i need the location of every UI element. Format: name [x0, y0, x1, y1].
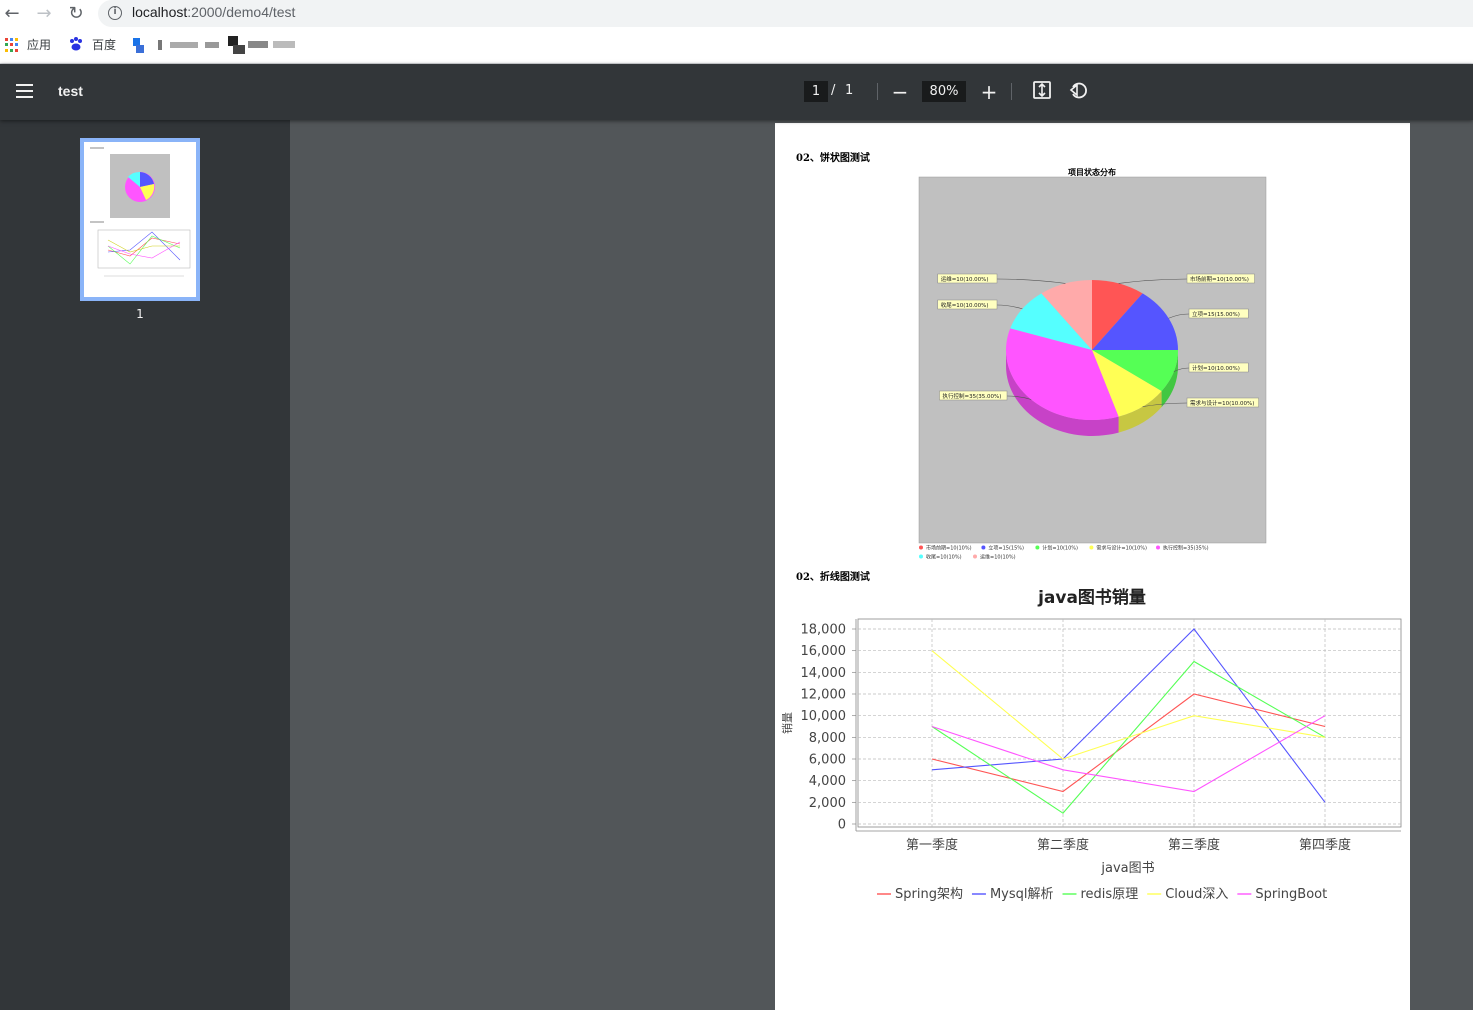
pie-legend-item: 执行控制=35(35%) [1163, 545, 1209, 552]
total-pages: 1 [845, 83, 854, 98]
bookmark-apps[interactable]: 应用 [27, 36, 51, 54]
x-tick-label: 第一季度 [906, 837, 958, 853]
y-tick-label: 8,000 [809, 731, 846, 746]
page-thumbnail[interactable] [80, 138, 200, 301]
document-title: test [58, 83, 83, 99]
page-separator: / [831, 83, 836, 98]
line-legend-item: SpringBoot [1255, 887, 1327, 902]
y-tick-label: 4,000 [809, 774, 846, 789]
y-axis-label: 销量 [780, 712, 794, 734]
pie-chart-title: 项目状态分布 [1068, 167, 1116, 177]
zoom-in-icon[interactable]: + [977, 80, 1001, 104]
y-tick-label: 10,000 [801, 709, 847, 724]
y-tick-label: 12,000 [801, 688, 847, 703]
y-tick-label: 14,000 [801, 666, 847, 681]
pie-legend-item: 收尾=10(10%) [926, 554, 962, 561]
baidu-paw-icon [68, 36, 86, 54]
pie-label: 立项=15(15.00%) [1192, 310, 1240, 318]
browser-address-bar: ← → ↻ i localhost:2000/demo4/test [0, 0, 1473, 28]
section-pie-title: 02、饼状图测试 [796, 153, 870, 164]
pie-legend-item: 运维=10(10%) [980, 554, 1016, 561]
page-number-input[interactable]: 1 [804, 81, 828, 102]
pie-chart: 项目状态分布 市场前期=10(10.00%) 立项=15(15.00%) 计划=10… [918, 167, 1267, 561]
pie-label: 收尾=10(10.00%) [941, 301, 989, 309]
forward-arrow-icon[interactable]: → [33, 3, 55, 25]
divider [877, 83, 878, 100]
pie-legend-swatch [919, 554, 923, 559]
info-icon[interactable]: i [108, 6, 122, 20]
pie-legend-swatch [981, 545, 986, 550]
pie-legend-swatch [919, 545, 923, 550]
url-host: localhost [132, 4, 188, 20]
fit-to-page-icon[interactable] [1030, 80, 1054, 104]
y-tick-label: 0 [838, 818, 846, 833]
pie-label: 运维=10(10.00%) [941, 275, 989, 283]
line-legend-item: Cloud深入 [1165, 887, 1228, 902]
line-chart-title: java图书销量 [1037, 587, 1146, 608]
pie-legend-swatch [1089, 545, 1094, 550]
reload-icon[interactable]: ↻ [65, 3, 87, 25]
line-chart: java图书销量 02,0004,0006,0008,00010,00012,0… [780, 587, 1402, 902]
pie-label: 需求与设计=10(10.00%) [1190, 399, 1254, 407]
thumbnail-sidebar: 1 [0, 120, 290, 1010]
rotate-icon[interactable] [1066, 80, 1090, 104]
apps-grid-icon[interactable] [5, 38, 19, 52]
thumbnail-page-number: 1 [136, 307, 144, 321]
pie-legend-swatch [1035, 545, 1040, 550]
x-tick-label: 第三季度 [1168, 837, 1220, 853]
menu-icon[interactable] [16, 84, 33, 98]
pie-legend-swatch [973, 554, 977, 559]
pie-legend-item: 计划=10(10%) [1042, 545, 1078, 552]
url-path: :2000/demo4/test [187, 4, 296, 20]
document-viewport[interactable]: 02、饼状图测试 02、折线图测试 项目状态分布 市场前期=10(10.00%)… [290, 120, 1473, 1023]
pie-label: 计划=10(10.00%) [1192, 364, 1240, 372]
back-arrow-icon[interactable]: ← [1, 3, 23, 25]
line-legend-item: Mysql解析 [990, 887, 1054, 902]
line-legend-item: redis原理 [1081, 887, 1139, 902]
bookmark-baidu[interactable]: 百度 [92, 36, 116, 54]
y-tick-label: 18,000 [801, 623, 847, 638]
x-axis-label: java图书 [1100, 861, 1154, 876]
pie-legend-item: 市场前期=10(10%) [926, 545, 972, 552]
pie-label: 执行控制=35(35.00%) [943, 392, 1002, 400]
zoom-out-icon[interactable]: − [888, 80, 912, 104]
y-tick-label: 2,000 [809, 796, 846, 811]
pie-label: 市场前期=10(10.00%) [1190, 275, 1249, 283]
x-tick-label: 第二季度 [1037, 837, 1089, 853]
divider [1011, 83, 1012, 100]
x-tick-label: 第四季度 [1299, 837, 1351, 853]
pdf-page: 02、饼状图测试 02、折线图测试 项目状态分布 市场前期=10(10.00%)… [775, 123, 1410, 1023]
zoom-input[interactable]: 80% [922, 81, 966, 102]
blurred-bookmark[interactable] [133, 36, 298, 56]
pdf-toolbar: test 1 / 1 − 80% + [0, 64, 1473, 120]
line-legend-item: Spring架构 [895, 887, 963, 902]
pie-legend-item: 需求与设计=10(10%) [1096, 545, 1147, 552]
y-tick-label: 16,000 [801, 644, 847, 659]
pie-legend-swatch [1156, 545, 1160, 550]
bookmarks-bar: 应用 百度 [0, 28, 1473, 64]
url-field[interactable]: i localhost:2000/demo4/test [98, 0, 1473, 27]
y-tick-label: 6,000 [809, 753, 846, 768]
pie-legend-item: 立项=15(15%) [988, 545, 1024, 552]
